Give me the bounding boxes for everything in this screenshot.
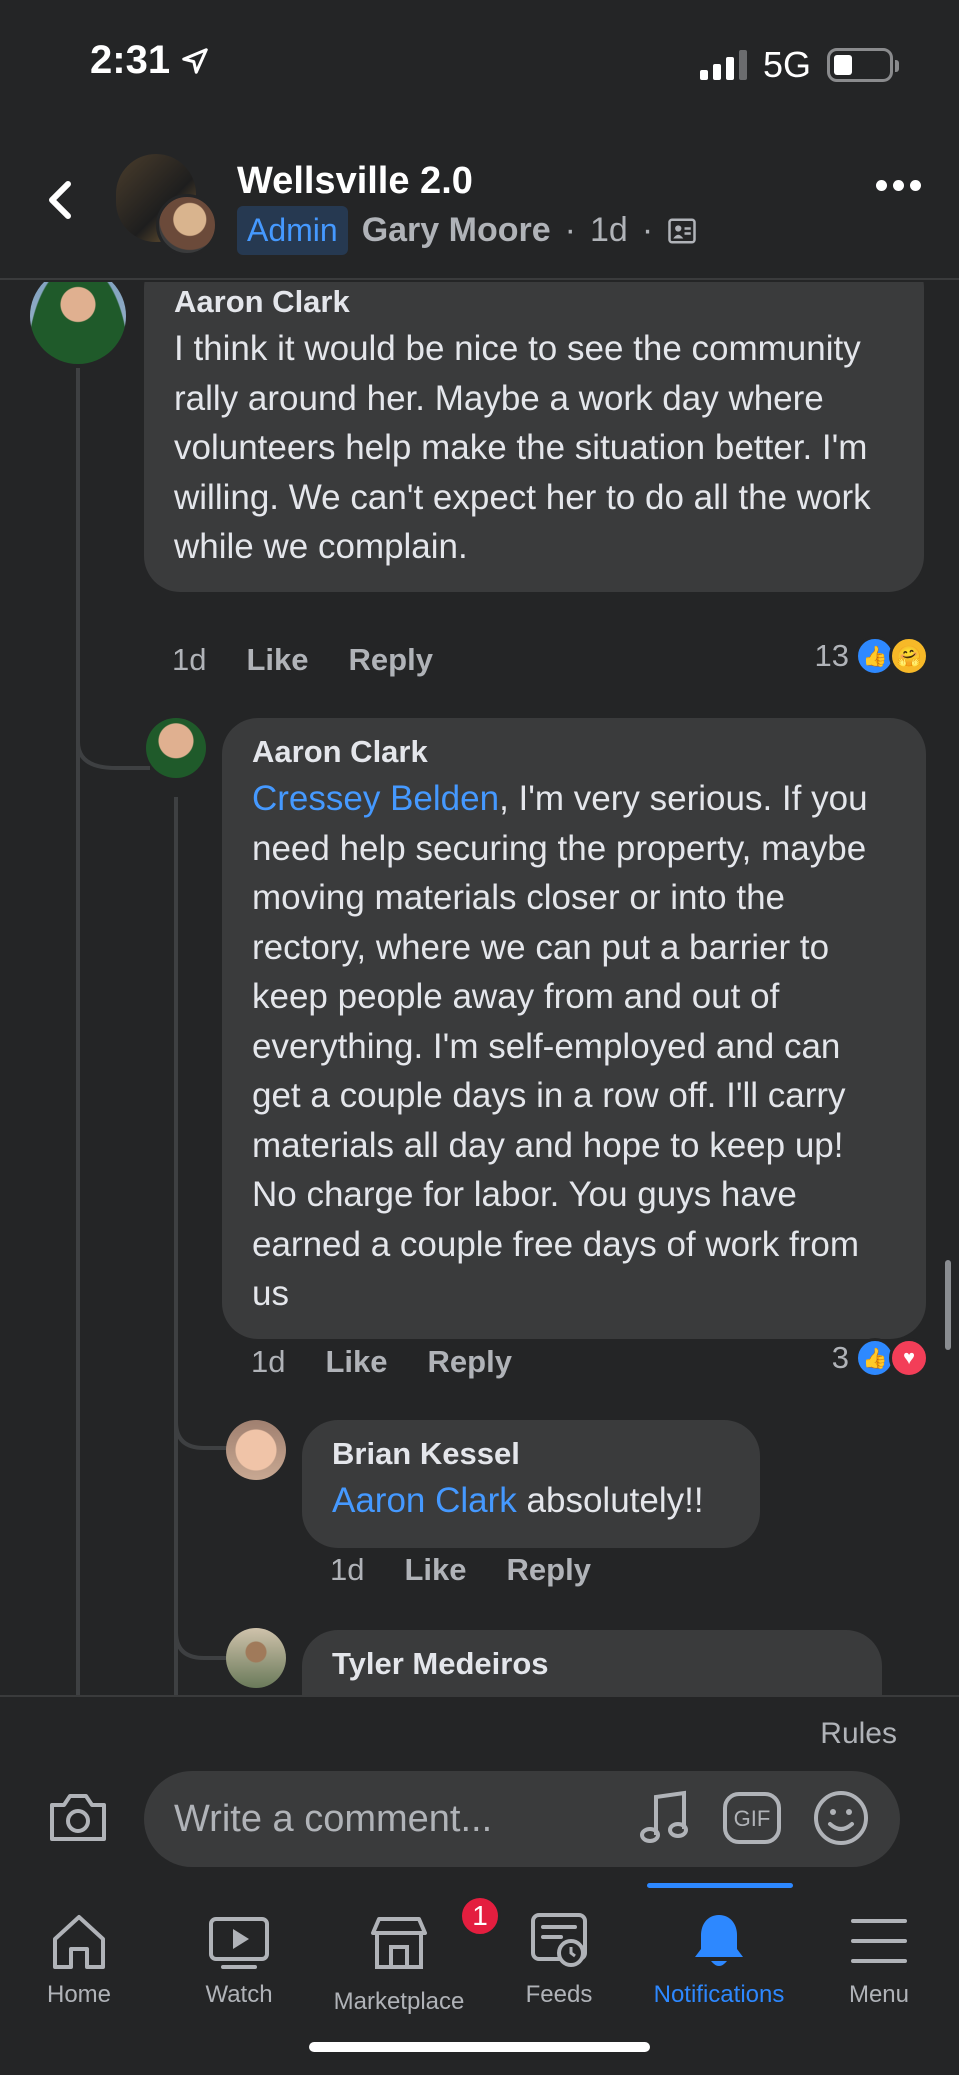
love-reaction-icon: ♥ (889, 1338, 929, 1378)
composer-tools: GIF (638, 1789, 870, 1847)
network-label: 5G (762, 44, 811, 85)
home-indicator[interactable] (309, 2042, 650, 2052)
group-privacy-icon (668, 218, 696, 243)
marketplace-icon-wrap: 1 (367, 1895, 501, 1978)
mention-link[interactable]: Aaron Clark (332, 1481, 517, 1520)
meta-separator: · (564, 211, 576, 249)
gif-icon[interactable]: GIF (722, 1790, 782, 1846)
nav-home[interactable]: Home (0, 1911, 159, 2009)
care-reaction-icon: 🤗 (889, 636, 929, 676)
author-avatar (156, 194, 218, 256)
clock-text: 2:31 (90, 38, 171, 82)
marketplace-icon (371, 1917, 427, 1969)
nav-label: Home (46, 1981, 112, 2008)
like-button[interactable]: Like (404, 1552, 466, 1588)
commenter-name[interactable]: Tyler Medeiros (332, 1646, 852, 1682)
nav-label: Marketplace (333, 1988, 465, 2015)
commenter-name[interactable]: Aaron Clark (252, 734, 896, 770)
emoji-icon[interactable] (812, 1789, 870, 1847)
comment-time: 1d (330, 1552, 365, 1587)
comment-actions: 1d Like Reply (172, 642, 433, 678)
comment-time: 1d (251, 1344, 286, 1379)
nav-watch[interactable]: Watch (159, 1911, 319, 2009)
reaction-summary[interactable]: 13 👍 🤗 (815, 636, 929, 676)
nav-notifications[interactable]: Notifications (639, 1911, 799, 2009)
post-author[interactable]: Gary Moore (362, 211, 551, 250)
comment-body: , I'm very serious. If you need help sec… (252, 779, 868, 1313)
reaction-count: 13 (814, 638, 849, 673)
scrollbar[interactable] (945, 1260, 951, 1350)
back-chevron-icon[interactable] (40, 170, 80, 230)
thread-branch (174, 1612, 230, 1660)
nav-label: Notifications (653, 1981, 785, 2008)
admin-badge: Admin (237, 206, 348, 255)
thread-connector (174, 797, 178, 1695)
comment-time: 1d (172, 642, 207, 677)
nav-marketplace[interactable]: 1 Marketplace (319, 1895, 501, 2016)
more-options-icon[interactable] (876, 180, 921, 191)
post-age: 1d (589, 211, 628, 249)
comment-body: absolutely!! (516, 1481, 704, 1520)
watch-icon (209, 1917, 269, 1969)
hamburger-menu-icon (851, 1919, 907, 1963)
comment-bubble: Tyler Medeiros (302, 1630, 882, 1695)
home-icon (53, 1915, 105, 1969)
thread-branch (76, 702, 150, 770)
reaction-summary[interactable]: 3 👍 ♥ (832, 1338, 929, 1378)
group-name[interactable]: Wellsville 2.0 (237, 160, 473, 203)
comment-text: Aaron Clark absolutely!! (332, 1476, 730, 1526)
nav-label: Watch (205, 1981, 273, 2008)
like-button[interactable]: Like (325, 1344, 387, 1380)
nav-label: Menu (848, 1981, 910, 2008)
post-header: Wellsville 2.0 Admin Gary Moore · 1d · (0, 130, 959, 280)
comment-actions: 1d Like Reply (330, 1552, 591, 1588)
camera-icon[interactable] (46, 1789, 110, 1845)
comment-thread: Aaron Clark I think it would be nice to … (0, 282, 959, 1695)
avatar[interactable] (226, 1420, 286, 1480)
comment-bubble: Aaron Clark I think it would be nice to … (144, 282, 924, 592)
post-meta: Admin Gary Moore · 1d · (237, 206, 697, 255)
comment-text: Cressey Belden, I'm very serious. If you… (252, 774, 896, 1319)
comment-bubble: Brian Kessel Aaron Clark absolutely!! (302, 1420, 760, 1548)
reply-button[interactable]: Reply (428, 1344, 512, 1380)
battery-icon (827, 48, 899, 82)
nav-label: Feeds (525, 1981, 593, 2008)
status-indicators: 5G (699, 44, 899, 86)
commenter-name[interactable]: Aaron Clark (174, 284, 894, 320)
thread-connector (76, 368, 80, 1695)
thread-branch (174, 1402, 230, 1450)
commenter-name[interactable]: Brian Kessel (332, 1436, 730, 1472)
status-time: 2:31 (90, 38, 210, 83)
comment-input[interactable] (174, 1797, 624, 1841)
reply-button[interactable]: Reply (507, 1552, 591, 1588)
bell-icon (695, 1915, 743, 1966)
nav-feeds[interactable]: Feeds (479, 1911, 639, 2009)
svg-text:GIF: GIF (734, 1806, 771, 1831)
reaction-count: 3 (831, 1340, 849, 1375)
like-button[interactable]: Like (246, 642, 308, 678)
avatar[interactable] (30, 282, 126, 364)
comment-bubble: Aaron Clark Cressey Belden, I'm very ser… (222, 718, 926, 1339)
comment-text: I think it would be nice to see the comm… (174, 329, 871, 566)
avatar[interactable] (226, 1628, 286, 1688)
music-note-icon[interactable] (638, 1789, 692, 1847)
comment-actions: 1d Like Reply (251, 1344, 512, 1380)
reply-button[interactable]: Reply (349, 642, 433, 678)
meta-separator: · (641, 211, 654, 249)
comment-composer: Rules GIF (0, 1695, 959, 1883)
comment-input-wrapper: GIF (144, 1771, 900, 1867)
signal-icon (699, 50, 747, 80)
active-tab-indicator (647, 1883, 793, 1888)
feeds-icon (531, 1913, 587, 1967)
mention-link[interactable]: Cressey Belden (252, 779, 499, 818)
avatar[interactable] (146, 718, 206, 778)
group-avatar[interactable] (116, 154, 218, 256)
nav-menu[interactable]: Menu (799, 1911, 959, 2009)
location-arrow-icon (182, 47, 208, 74)
rules-link[interactable]: Rules (820, 1717, 897, 1751)
